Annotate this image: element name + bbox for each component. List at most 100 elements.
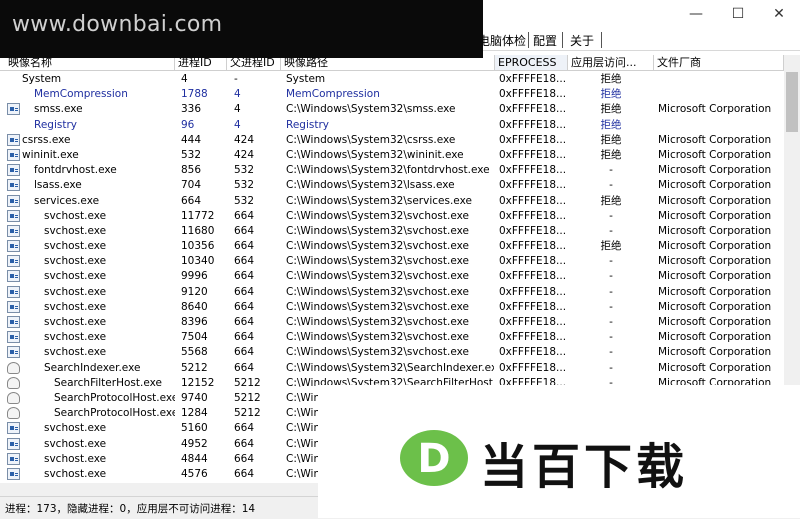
process-icon: [7, 164, 20, 177]
process-icon: [7, 467, 20, 480]
cell-ppid: 664: [234, 316, 255, 328]
user-process-icon: [7, 391, 20, 404]
status-text: 进程：173，隐藏进程：0，应用层不可访问进程：14: [5, 503, 256, 515]
table-row[interactable]: smss.exe 336 4 C:\Windows\System32\smss.exe…: [0, 102, 784, 117]
cell-ppid: 532: [234, 164, 255, 177]
cell-image-name: lsass.exe: [34, 179, 82, 192]
cell-image-name: svchost.exe: [44, 224, 107, 237]
cell-pid: 96: [181, 118, 195, 131]
cell-pid: 5212: [181, 361, 208, 374]
menu-item-pc-checkup[interactable]: 电脑体检: [478, 32, 526, 49]
cell-image-name: System: [22, 73, 62, 85]
cell-vendor: Microsoft Corporation: [658, 179, 772, 192]
table-row[interactable]: MemCompression 1788 4 MemCompression 0xFFFFE…: [0, 87, 784, 102]
cell-image-name: svchost.exe: [44, 240, 107, 253]
menu-separator: [601, 32, 602, 48]
table-row[interactable]: lsass.exe 704 532 C:\Windows\System32\lsass…: [0, 178, 784, 193]
cell-image-name: wininit.exe: [22, 148, 79, 161]
cell-image-name: SearchIndexer.exe: [44, 361, 141, 374]
cell-image-name: SearchProtocolHost.exe: [54, 391, 175, 404]
user-process-icon: [7, 407, 20, 420]
cell-ppid: 5212: [234, 391, 261, 404]
site-overlay: www.downbai.com: [0, 0, 483, 58]
cell-app-access: 拒绝: [600, 103, 622, 116]
cell-ppid: 664: [234, 422, 255, 435]
cell-ppid: 664: [234, 209, 255, 222]
process-icon: [7, 316, 20, 328]
menu-item-settings[interactable]: 配置: [533, 32, 557, 49]
close-icon[interactable]: ✕: [762, 0, 796, 28]
table-row[interactable]: csrss.exe 444 424 C:\Windows\System32\csrss…: [0, 133, 784, 148]
table-row[interactable]: svchost.exe 10340 664 C:\Windows\System32\s…: [0, 254, 784, 269]
process-icon: [7, 452, 20, 465]
cell-image-name: svchost.exe: [44, 467, 107, 480]
cell-pid: 664: [181, 194, 202, 207]
cell-vendor: Microsoft Corporation: [658, 103, 772, 116]
cell-image-path: C:\Windows\System32\svchost.exe: [286, 240, 469, 253]
cell-app-access: 拒绝: [600, 133, 622, 146]
process-icon: [7, 437, 20, 450]
cell-vendor: Microsoft Corporation: [658, 224, 772, 237]
cell-app-access: -: [609, 361, 613, 374]
process-icon: [7, 255, 20, 268]
cell-image-path: C:\Windows\System32\svchost.exe: [286, 285, 469, 298]
maximize-icon[interactable]: ☐: [721, 0, 755, 28]
horizontal-scrollbar[interactable]: [0, 483, 330, 496]
table-row[interactable]: svchost.exe 10356 664 C:\Windows\System32\s…: [0, 239, 784, 254]
cell-image-name: svchost.exe: [44, 346, 107, 359]
process-icon: [7, 194, 20, 207]
table-row[interactable]: fontdrvhost.exe 856 532 C:\Windows\System32…: [0, 163, 784, 178]
cell-ppid: 424: [234, 133, 255, 146]
cell-vendor: Microsoft Corporation: [658, 300, 772, 313]
cell-image-name: svchost.exe: [44, 422, 107, 435]
minimize-icon[interactable]: —: [679, 0, 713, 28]
cell-ppid: 664: [234, 300, 255, 313]
cell-eprocess: 0xFFFFE18...: [499, 346, 567, 359]
table-row[interactable]: SearchIndexer.exe 5212 664 C:\Windows\Syste…: [0, 361, 784, 376]
cell-app-access: 拒绝: [600, 118, 622, 131]
table-row[interactable]: services.exe 664 532 C:\Windows\System32\se…: [0, 194, 784, 209]
cell-pid: 10356: [181, 240, 215, 253]
table-row[interactable]: System 4 - System 0xFFFFE18... 拒绝: [0, 72, 784, 87]
scrollbar-thumb[interactable]: [786, 72, 798, 132]
table-row[interactable]: svchost.exe 9996 664 C:\Windows\System32\sv…: [0, 269, 784, 284]
table-row[interactable]: svchost.exe 8396 664 C:\Windows\System32\sv…: [0, 315, 784, 330]
table-row[interactable]: Registry 96 4 Registry 0xFFFFE18... 拒绝: [0, 118, 784, 133]
cell-app-access: 拒绝: [600, 240, 622, 253]
cell-image-name: svchost.exe: [44, 255, 107, 268]
cell-vendor: Microsoft Corporation: [658, 255, 772, 268]
cell-pid: 704: [181, 179, 202, 192]
table-row[interactable]: svchost.exe 7504 664 C:\Windows\System32\sv…: [0, 330, 784, 345]
cell-pid: 11772: [181, 209, 215, 222]
cell-pid: 4844: [181, 452, 208, 465]
menu-item-about[interactable]: 关于: [570, 32, 594, 49]
cell-pid: 336: [181, 103, 202, 116]
table-row[interactable]: svchost.exe 9120 664 C:\Windows\System32\sv…: [0, 285, 784, 300]
table-row[interactable]: svchost.exe 5568 664 C:\Windows\System32\sv…: [0, 345, 784, 360]
column-header-vendor[interactable]: 文件厂商: [654, 55, 784, 70]
cell-pid: 5568: [181, 346, 208, 359]
table-row[interactable]: svchost.exe 11772 664 C:\Windows\System32\s…: [0, 209, 784, 224]
cell-image-path: MemCompression: [286, 88, 380, 101]
cell-ppid: 4: [234, 88, 241, 101]
column-header-eprocess[interactable]: EPROCESS: [495, 55, 568, 70]
cell-app-access: -: [609, 285, 613, 298]
cell-eprocess: 0xFFFFE18...: [499, 103, 567, 116]
cell-ppid: 664: [234, 285, 255, 298]
menu-separator: [562, 32, 563, 48]
table-row[interactable]: svchost.exe 11680 664 C:\Windows\System32\s…: [0, 224, 784, 239]
column-header-app-access[interactable]: 应用层访问...: [568, 55, 654, 70]
table-row[interactable]: svchost.exe 8640 664 C:\Windows\System32\sv…: [0, 300, 784, 315]
cell-pid: 444: [181, 133, 202, 146]
cell-ppid: 664: [234, 331, 255, 344]
cell-image-path: C:\Windows\System32\svchost.exe: [286, 346, 469, 359]
table-row[interactable]: wininit.exe 532 424 C:\Windows\System32\win…: [0, 148, 784, 163]
cell-image-name: services.exe: [34, 194, 100, 207]
cell-vendor: Microsoft Corporation: [658, 194, 772, 207]
cell-image-path: C:\Windows\System32\lsass.exe: [286, 179, 455, 192]
cell-image-name: svchost.exe: [44, 331, 107, 344]
cell-pid: 11680: [181, 224, 215, 237]
cell-app-access: -: [609, 179, 613, 192]
cell-eprocess: 0xFFFFE18...: [499, 73, 567, 85]
cell-app-access: 拒绝: [600, 73, 622, 85]
